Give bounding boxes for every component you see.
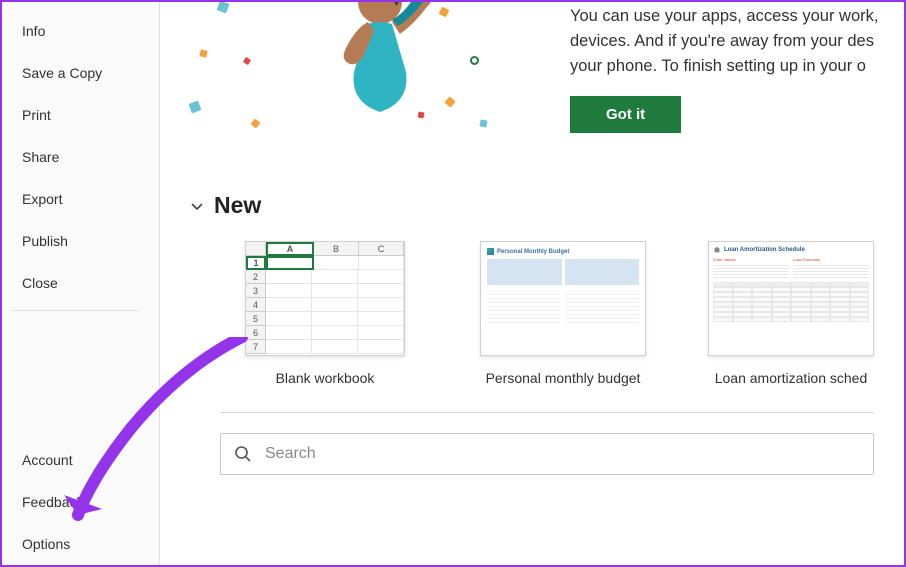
chevron-down-icon[interactable] bbox=[190, 199, 204, 213]
sidebar-item-close[interactable]: Close bbox=[2, 262, 159, 304]
search-icon bbox=[221, 445, 265, 463]
sidebar-divider bbox=[12, 310, 139, 311]
template-personal-monthly-budget[interactable]: Personal Monthly Budget bbox=[468, 241, 658, 386]
banner-text: You can use your apps, access your work,… bbox=[570, 2, 894, 133]
search-box[interactable] bbox=[220, 433, 874, 475]
search-input[interactable] bbox=[265, 445, 873, 463]
sidebar-item-account[interactable]: Account bbox=[2, 439, 159, 481]
template-label: Loan amortization sched bbox=[715, 370, 868, 386]
template-label: Blank workbook bbox=[276, 370, 375, 386]
sidebar-item-info[interactable]: Info bbox=[2, 10, 159, 52]
got-it-button[interactable]: Got it bbox=[570, 96, 681, 133]
bank-icon bbox=[713, 246, 721, 254]
banner-line-2: devices. And if you're away from your de… bbox=[570, 29, 894, 54]
search-region bbox=[190, 433, 904, 475]
template-thumb-blank: A B C 1 2 3 4 5 6 7 bbox=[245, 241, 405, 356]
template-gallery: A B C 1 2 3 4 5 6 7 Blank workbook bbox=[190, 241, 904, 386]
welcome-banner: You can use your apps, access your work,… bbox=[190, 2, 904, 152]
sidebar-item-print[interactable]: Print bbox=[2, 94, 159, 136]
backstage-sidebar: Info Save a Copy Print Share Export Publ… bbox=[2, 2, 160, 565]
banner-line-3: your phone. To finish setting up in your… bbox=[570, 54, 894, 79]
template-blank-workbook[interactable]: A B C 1 2 3 4 5 6 7 Blank workbook bbox=[230, 241, 420, 386]
template-loan-amortization[interactable]: Loan Amortization Schedule Enter Values … bbox=[706, 241, 876, 386]
template-label: Personal monthly budget bbox=[486, 370, 641, 386]
sidebar-item-share[interactable]: Share bbox=[2, 136, 159, 178]
sidebar-item-options[interactable]: Options bbox=[2, 523, 159, 565]
template-thumb-loan: Loan Amortization Schedule Enter Values … bbox=[708, 241, 874, 356]
new-section-header: New bbox=[190, 192, 904, 219]
section-title-new: New bbox=[214, 192, 261, 219]
main-content: You can use your apps, access your work,… bbox=[160, 2, 904, 565]
sidebar-item-feedback[interactable]: Feedback bbox=[2, 481, 159, 523]
section-divider bbox=[220, 412, 874, 413]
sidebar-item-export[interactable]: Export bbox=[2, 178, 159, 220]
sidebar-item-save-a-copy[interactable]: Save a Copy bbox=[2, 52, 159, 94]
banner-illustration bbox=[190, 2, 510, 152]
person-waving-icon bbox=[310, 2, 450, 132]
banner-line-1: You can use your apps, access your work, bbox=[570, 4, 894, 29]
sidebar-item-publish[interactable]: Publish bbox=[2, 220, 159, 262]
template-thumb-budget: Personal Monthly Budget bbox=[480, 241, 646, 356]
